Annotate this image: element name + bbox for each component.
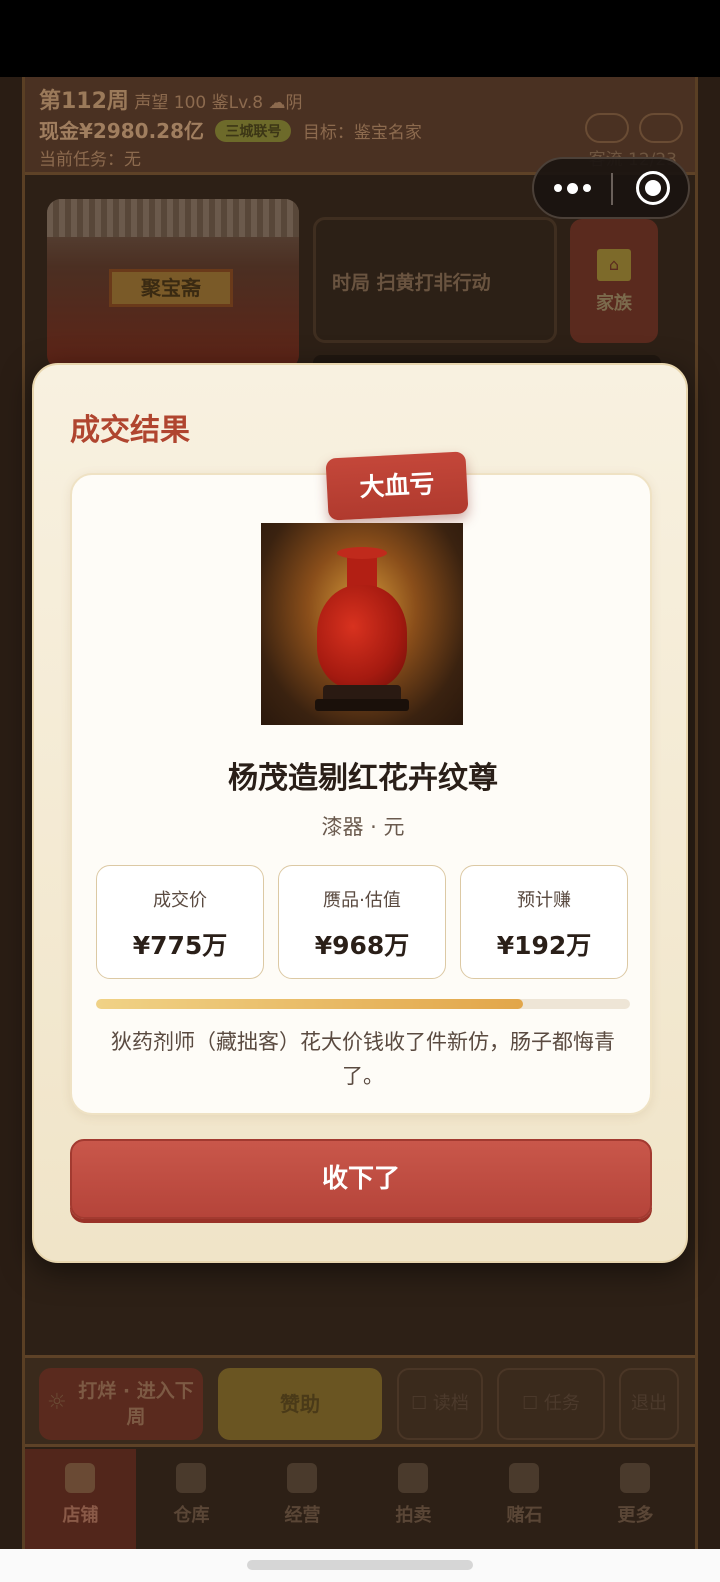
result-card: 大血亏 杨茂造剔红花卉纹尊 漆器 · 元 成交价 ¥775万 赝品·估值 ¥96… [70, 451, 652, 1115]
next-week-button[interactable]: ☼ 打烊 · 进入下周 [39, 1368, 203, 1440]
stat-value: ¥775万 [132, 931, 228, 960]
dialog-title: 成交结果 [70, 413, 190, 448]
item-name: 杨茂造剔红花卉纹尊 [228, 761, 498, 796]
task-label: 当前任务：无 [39, 150, 141, 170]
gavel-icon [398, 1463, 428, 1493]
vase-lip [337, 547, 387, 559]
shop-roof [47, 199, 299, 237]
clan-label: 家族 [596, 293, 632, 314]
system-status-bar [0, 0, 720, 77]
cloud-icon: ☁ [268, 93, 286, 113]
stat-fake-valuation: 赝品·估值 ¥968万 [278, 865, 446, 979]
era-panel[interactable]: 时局 扫黄打非行动 [313, 217, 557, 343]
stat-label: 预计赚 [517, 890, 571, 911]
shop-sign: 聚宝斋 [109, 269, 233, 307]
tasks-button[interactable]: ☐ 任务 [497, 1368, 605, 1440]
clan-hall-icon: ⌂ [597, 249, 631, 281]
vase-body [317, 585, 407, 689]
hud-row-2: 现金¥2980.28亿 三城联号 目标：鉴宝名家 [39, 115, 422, 144]
cash-label: 现金¥2980.28亿 [39, 119, 205, 143]
sun-icon: ☼ [47, 1390, 67, 1415]
stat-expected-profit: 预计赚 ¥192万 [460, 865, 628, 979]
stat-deal-price: 成交价 ¥775万 [96, 865, 264, 979]
item-category: 漆器 · 元 [321, 815, 405, 839]
weather-label: 阴 [285, 93, 303, 113]
warehouse-icon [176, 1463, 206, 1493]
hud-row-1: 第112周 声望 100 鉴Lv.8 ☁阴 [39, 83, 302, 115]
era-text: 时局 扫黄打非行动 [332, 272, 491, 294]
tab-warehouse[interactable]: 仓库 [136, 1449, 247, 1549]
reputation-label: 声望 100 [134, 93, 207, 113]
clan-button[interactable]: ⌂ 家族 [570, 219, 658, 343]
exit-button[interactable]: 退出 [619, 1368, 679, 1440]
stat-value: ¥968万 [314, 931, 410, 960]
week-label: 第112周 [39, 89, 129, 114]
tab-shop[interactable]: 店铺 [25, 1449, 136, 1549]
loss-badge: 大血亏 [325, 451, 469, 521]
deal-result-dialog: 成交结果 大血亏 杨茂造剔红花卉纹尊 漆器 · 元 成交价 ¥775万 赝品·估… [32, 363, 688, 1263]
home-indicator[interactable] [247, 1560, 473, 1570]
miniprogram-capsule [532, 157, 690, 219]
tab-stone-gamble[interactable]: 赌石 [469, 1449, 580, 1549]
capsule-divider [611, 173, 613, 205]
next-week-label: 打烊 · 进入下周 [78, 1380, 194, 1428]
sponsor-button[interactable]: 赞助 [218, 1368, 382, 1440]
tab-label: 赌石 [506, 1505, 543, 1526]
goal-label: 目标：鉴宝名家 [302, 123, 422, 143]
stat-label: 成交价 [153, 890, 207, 911]
more-icon [620, 1463, 650, 1493]
shop-icon [65, 1463, 95, 1493]
tab-label: 店铺 [62, 1505, 99, 1526]
tab-auction[interactable]: 拍卖 [358, 1449, 469, 1549]
accept-button[interactable]: 收下了 [70, 1139, 652, 1219]
tab-label: 拍卖 [395, 1505, 432, 1526]
action-bar: ☼ 打烊 · 进入下周 赞助 ☐ 读档 ☐ 任务 退出 [25, 1355, 695, 1447]
tab-label: 仓库 [173, 1505, 210, 1526]
value-progress-bar [96, 999, 630, 1009]
deal-description: 狄药剂师（藏拙客）花大价钱收了件新仿，肠子都悔青了。 [111, 1030, 615, 1088]
stat-label: 赝品·估值 [323, 890, 401, 911]
branch-pill: 三城联号 [215, 120, 292, 142]
close-miniprogram-icon[interactable] [636, 171, 670, 205]
vase-stand [315, 699, 409, 711]
tab-label: 经营 [284, 1505, 321, 1526]
tab-more[interactable]: 更多 [580, 1449, 691, 1549]
load-save-button[interactable]: ☐ 读档 [397, 1368, 483, 1440]
hud-menu-button[interactable] [639, 113, 683, 143]
bottom-tab-bar: 店铺 仓库 经营 拍卖 赌石 更多 [25, 1449, 695, 1549]
sound-toggle-button[interactable] [585, 113, 629, 143]
item-image [261, 523, 463, 725]
stat-value: ¥192万 [496, 931, 592, 960]
tab-business[interactable]: 经营 [247, 1449, 358, 1549]
stone-icon [509, 1463, 539, 1493]
shop-facade-image[interactable]: 聚宝斋 [47, 199, 299, 369]
tab-label: 更多 [617, 1505, 654, 1526]
more-menu-icon[interactable] [534, 159, 611, 217]
level-label: 鉴Lv.8 [211, 93, 264, 113]
home-indicator-bar [0, 1549, 720, 1582]
value-progress-fill [96, 999, 524, 1009]
ledger-icon [287, 1463, 317, 1493]
